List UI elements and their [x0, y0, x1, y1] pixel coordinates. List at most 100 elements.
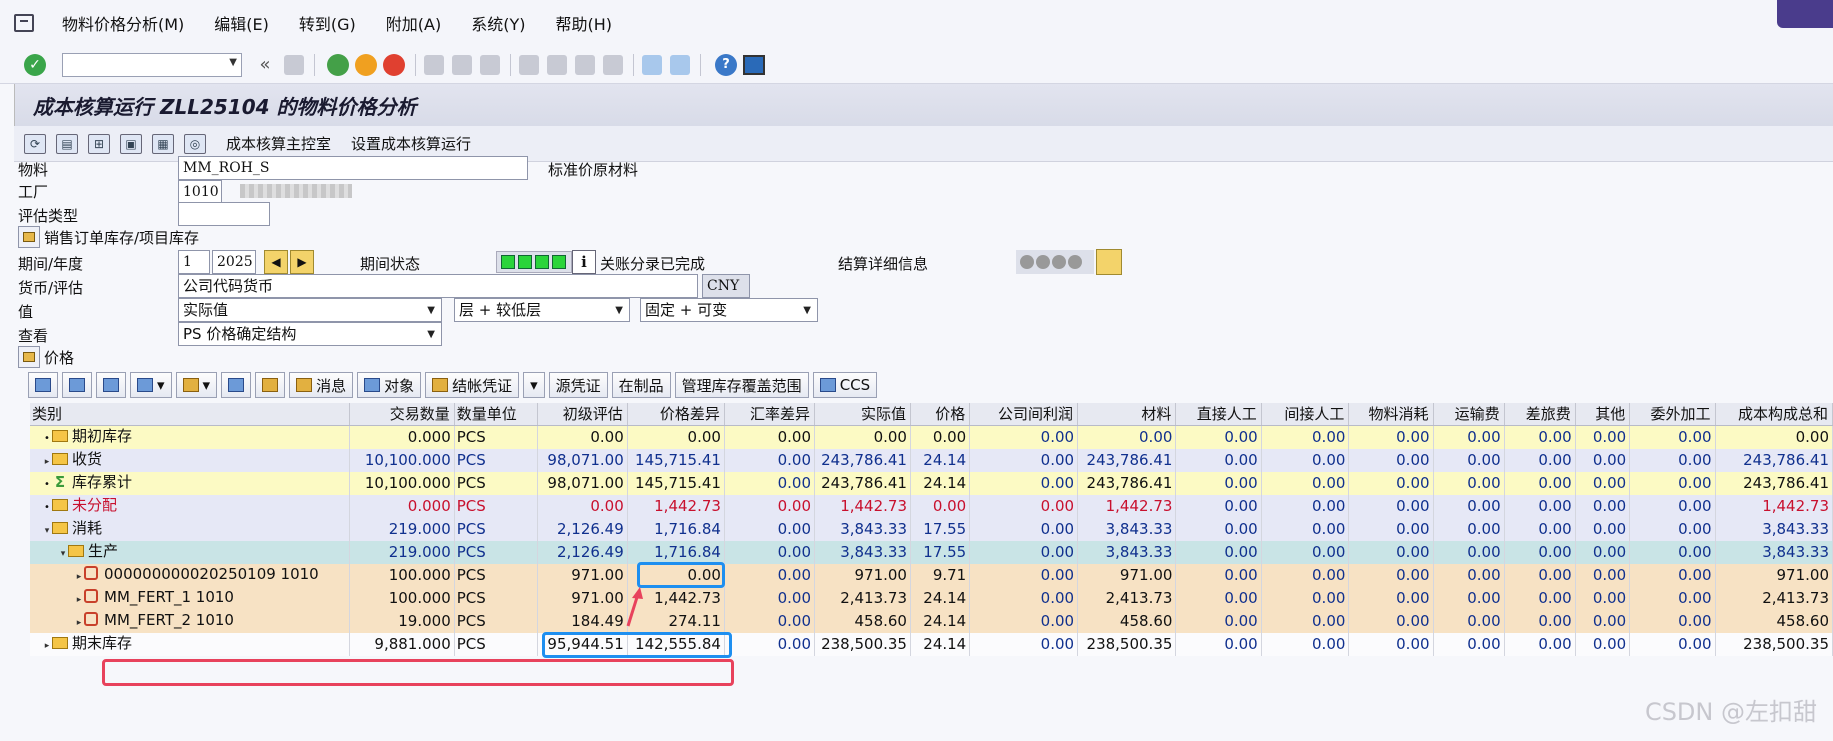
table-row[interactable]: ▸ MM_FERT_2 1010 19.000 PCS 184.49 274.11 0.00…: [30, 609, 1833, 633]
column-header[interactable]: 成本构成总和: [1715, 403, 1833, 426]
il-cell[interactable]: 0.00: [1261, 471, 1350, 495]
tr-cell[interactable]: 0.00: [1433, 471, 1505, 495]
analysis-icon[interactable]: ◎: [184, 133, 206, 154]
oth-cell[interactable]: 0.00: [1575, 448, 1631, 472]
category-cell[interactable]: ▸ 期末库存: [30, 632, 351, 656]
source-document-button[interactable]: 源凭证: [548, 372, 608, 398]
price-tree-icon[interactable]: [18, 346, 40, 368]
print-menu-button[interactable]: ▾: [130, 372, 172, 398]
dl-cell[interactable]: 0.00: [1175, 586, 1262, 610]
qty-cell[interactable]: 219.000: [349, 540, 455, 564]
mc-cell[interactable]: 0.00: [1348, 494, 1434, 518]
menu-help[interactable]: 帮助(H): [556, 11, 613, 35]
actual-cell[interactable]: 0.00: [814, 425, 911, 449]
table-icon[interactable]: ▦: [152, 133, 174, 154]
mc-cell[interactable]: 0.00: [1348, 586, 1434, 610]
bullet-icon[interactable]: •: [42, 429, 52, 449]
il-cell[interactable]: 0.00: [1261, 609, 1350, 633]
category-cell[interactable]: ▸ MM_FERT_2 1010: [30, 609, 351, 633]
new-session-icon[interactable]: [642, 54, 662, 75]
collapsed-node-icon[interactable]: ▸: [74, 590, 84, 610]
menu-edit[interactable]: 编辑(E): [214, 11, 269, 35]
prim-cell[interactable]: 184.49: [537, 609, 628, 633]
category-cell[interactable]: • Σ 库存累计: [30, 471, 351, 495]
oth-cell[interactable]: 0.00: [1575, 586, 1631, 610]
unit-cell[interactable]: PCS: [454, 609, 538, 633]
sub-cell[interactable]: 0.00: [1629, 517, 1716, 541]
price-cell[interactable]: 24.14: [910, 448, 971, 472]
collapse-all-button[interactable]: [62, 372, 92, 398]
expanded-node-icon[interactable]: ▾: [42, 521, 52, 541]
fixed-variable-dropdown[interactable]: 固定 + 可变: [640, 298, 818, 322]
mat-cell[interactable]: 1,442.73: [1077, 494, 1177, 518]
sub-cell[interactable]: 0.00: [1629, 540, 1716, 564]
il-cell[interactable]: 0.00: [1261, 448, 1350, 472]
column-header[interactable]: 直接人工: [1175, 403, 1262, 426]
mc-cell[interactable]: 0.00: [1348, 609, 1434, 633]
sum-cell[interactable]: 243,786.41: [1715, 471, 1833, 495]
xdiff-cell[interactable]: 0.00: [724, 448, 816, 472]
pdiff-cell[interactable]: 0.00: [627, 425, 725, 449]
price-cell[interactable]: 0.00: [910, 425, 971, 449]
category-cell[interactable]: • 期初库存: [30, 425, 351, 449]
table-row[interactable]: ▾ 生产 219.000 PCS 2,126.49 1,716.84 0.00 3,843.3…: [30, 540, 1833, 564]
tv-cell[interactable]: 0.00: [1504, 448, 1576, 472]
actual-cell[interactable]: 458.60: [814, 609, 911, 633]
price-cell[interactable]: 17.55: [910, 517, 971, 541]
mc-cell[interactable]: 0.00: [1348, 540, 1434, 564]
save-icon[interactable]: [284, 54, 304, 75]
last-page-icon[interactable]: [603, 54, 623, 75]
actual-cell[interactable]: 2,413.73: [814, 586, 911, 610]
xdiff-cell[interactable]: 0.00: [724, 609, 816, 633]
column-header[interactable]: 价格差异: [627, 403, 725, 426]
il-cell[interactable]: 0.00: [1261, 563, 1350, 587]
find-next-icon[interactable]: [480, 54, 500, 75]
pdiff-cell[interactable]: 0.00: [627, 563, 725, 587]
tr-cell[interactable]: 0.00: [1433, 563, 1505, 587]
prim-cell[interactable]: 2,126.49: [537, 517, 628, 541]
material-field[interactable]: MM_ROH_S: [178, 156, 528, 180]
sum-cell[interactable]: 0.00: [1715, 425, 1833, 449]
tv-cell[interactable]: 0.00: [1504, 609, 1576, 633]
price-cell[interactable]: 17.55: [910, 540, 971, 564]
sub-cell[interactable]: 0.00: [1629, 425, 1716, 449]
messages-button[interactable]: 消息: [289, 372, 354, 398]
unit-cell[interactable]: PCS: [454, 494, 538, 518]
column-header[interactable]: 公司间利润: [969, 403, 1079, 426]
ic-cell[interactable]: 0.00: [969, 494, 1079, 518]
pdiff-cell[interactable]: 145,715.41: [627, 471, 725, 495]
qty-cell[interactable]: 9,881.000: [349, 632, 455, 656]
view-dropdown[interactable]: PS 价格确定结构: [178, 322, 442, 346]
category-cell[interactable]: ▾ 消耗: [30, 517, 351, 541]
detail-button[interactable]: [221, 372, 252, 398]
ic-cell[interactable]: 0.00: [969, 425, 1079, 449]
oth-cell[interactable]: 0.00: [1575, 609, 1631, 633]
mc-cell[interactable]: 0.00: [1348, 471, 1434, 495]
xdiff-cell[interactable]: 0.00: [724, 586, 816, 610]
mat-cell[interactable]: 458.60: [1077, 609, 1177, 633]
ic-cell[interactable]: 0.00: [969, 517, 1079, 541]
actual-cell[interactable]: 3,843.33: [814, 517, 911, 541]
category-cell[interactable]: • 未分配: [30, 494, 351, 518]
actual-cell[interactable]: 243,786.41: [814, 471, 911, 495]
price-cell[interactable]: 24.14: [910, 471, 971, 495]
prim-cell[interactable]: 0.00: [537, 425, 628, 449]
next-page-icon[interactable]: [575, 54, 595, 75]
mc-cell[interactable]: 0.00: [1348, 448, 1434, 472]
tr-cell[interactable]: 0.00: [1433, 632, 1505, 656]
qty-cell[interactable]: 100.000: [349, 586, 455, 610]
column-header[interactable]: 差旅费: [1504, 403, 1576, 426]
prim-cell[interactable]: 98,071.00: [537, 448, 628, 472]
info-icon[interactable]: i: [572, 250, 596, 274]
sub-cell[interactable]: 0.00: [1629, 609, 1716, 633]
sum-cell[interactable]: 1,442.73: [1715, 494, 1833, 518]
qty-cell[interactable]: 10,100.000: [349, 448, 455, 472]
stock-coverage-button[interactable]: 管理库存覆盖范围: [674, 372, 809, 398]
tv-cell[interactable]: 0.00: [1504, 494, 1576, 518]
value-dropdown[interactable]: 实际值: [178, 298, 442, 322]
xdiff-cell[interactable]: 0.00: [724, 563, 816, 587]
first-page-icon[interactable]: [519, 54, 539, 75]
sub-cell[interactable]: 0.00: [1629, 471, 1716, 495]
column-header[interactable]: 委外加工: [1629, 403, 1716, 426]
price-cell[interactable]: 24.14: [910, 586, 971, 610]
